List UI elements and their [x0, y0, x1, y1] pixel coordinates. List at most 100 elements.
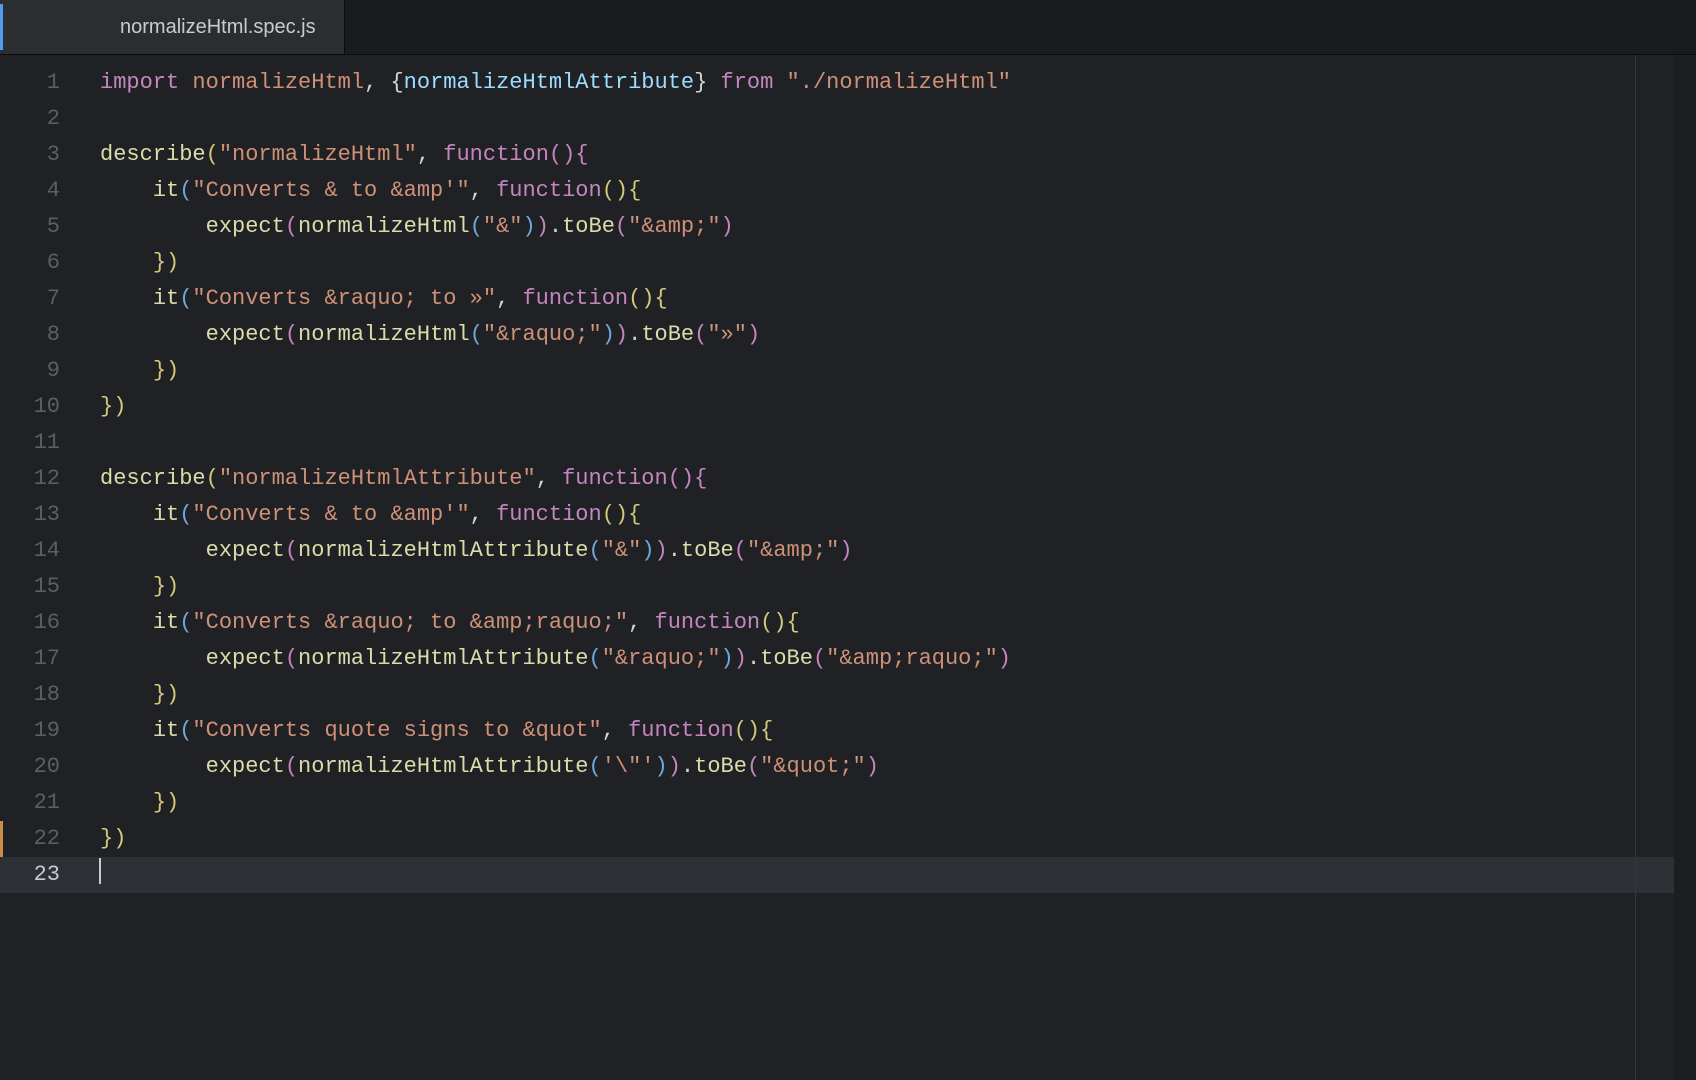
- token-string: "&raquo;": [483, 322, 602, 347]
- code-line[interactable]: 17 expect(normalizeHtmlAttribute("&raquo…: [0, 641, 1696, 677]
- code-content[interactable]: expect(normalizeHtml("&")).toBe("&amp;"): [80, 209, 1696, 245]
- code-content[interactable]: }): [80, 353, 1696, 389]
- token-func: it: [153, 718, 179, 743]
- code-content[interactable]: }): [80, 677, 1696, 713]
- code-line[interactable]: 11: [0, 425, 1696, 461]
- code-content[interactable]: import normalizeHtml, {normalizeHtmlAttr…: [80, 65, 1696, 101]
- token-brace: {: [628, 502, 641, 527]
- token-paren: ): [668, 754, 681, 779]
- code-content[interactable]: }): [80, 569, 1696, 605]
- code-content[interactable]: }): [80, 821, 1696, 857]
- token-plain: }: [694, 70, 720, 95]
- editor-lines[interactable]: 1 import normalizeHtml, {normalizeHtmlAt…: [0, 55, 1696, 893]
- code-line[interactable]: 8 expect(normalizeHtml("&raquo;")).toBe(…: [0, 317, 1696, 353]
- vertical-scrollbar[interactable]: [1674, 55, 1696, 1080]
- code-content[interactable]: expect(normalizeHtmlAttribute("&raquo;")…: [80, 641, 1696, 677]
- tab-bar: normalizeHtml.spec.js: [0, 0, 1696, 55]
- code-content[interactable]: [80, 101, 1696, 137]
- token-paren: (: [285, 754, 298, 779]
- code-content[interactable]: expect(normalizeHtmlAttribute('\"')).toB…: [80, 749, 1696, 785]
- code-content[interactable]: [80, 857, 1696, 893]
- token-paren: ): [866, 754, 879, 779]
- token-string: "&amp;": [628, 214, 720, 239]
- token-func: normalizeHtmlAttribute: [298, 754, 588, 779]
- code-line[interactable]: 13 it("Converts & to &amp'", function(){: [0, 497, 1696, 533]
- line-number: 10: [0, 389, 80, 425]
- token-string: "Converts &raquo; to &amp;raquo;": [192, 610, 628, 635]
- token-func: it: [153, 178, 179, 203]
- code-line[interactable]: 2: [0, 101, 1696, 137]
- token-func: toBe: [681, 538, 734, 563]
- editor-scroll-area[interactable]: 1 import normalizeHtml, {normalizeHtmlAt…: [0, 55, 1696, 1080]
- text-cursor: [99, 858, 101, 884]
- token-paren: (): [602, 178, 628, 203]
- token-paren: ): [998, 646, 1011, 671]
- token-plain: ,: [496, 286, 522, 311]
- code-line[interactable]: 15 }): [0, 569, 1696, 605]
- code-line[interactable]: 12 describe("normalizeHtmlAttribute", fu…: [0, 461, 1696, 497]
- code-content[interactable]: expect(normalizeHtml("&raquo;")).toBe("»…: [80, 317, 1696, 353]
- code-line[interactable]: 4 it("Converts & to &amp'", function(){: [0, 173, 1696, 209]
- token-paren: ): [721, 646, 734, 671]
- token-string: "&quot;": [760, 754, 866, 779]
- code-content[interactable]: describe("normalizeHtmlAttribute", funct…: [80, 461, 1696, 497]
- line-number: 1: [0, 65, 80, 101]
- code-line[interactable]: 3 describe("normalizeHtml", function(){: [0, 137, 1696, 173]
- token-paren: ): [721, 214, 734, 239]
- code-line[interactable]: 7 it("Converts &raquo; to »", function()…: [0, 281, 1696, 317]
- code-content[interactable]: expect(normalizeHtmlAttribute("&")).toBe…: [80, 533, 1696, 569]
- code-content[interactable]: }): [80, 785, 1696, 821]
- code-content[interactable]: it("Converts & to &amp'", function(){: [80, 497, 1696, 533]
- code-line[interactable]: 1 import normalizeHtml, {normalizeHtmlAt…: [0, 65, 1696, 101]
- token-brace: }): [153, 682, 179, 707]
- code-content[interactable]: it("Converts quote signs to &quot", func…: [80, 713, 1696, 749]
- code-line[interactable]: 6 }): [0, 245, 1696, 281]
- token-paren: (: [734, 538, 747, 563]
- token-brace: }): [153, 250, 179, 275]
- line-number: 14: [0, 533, 80, 569]
- token-paren: (: [813, 646, 826, 671]
- code-line[interactable]: 20 expect(normalizeHtmlAttribute('\"')).…: [0, 749, 1696, 785]
- token-plain: .: [628, 322, 641, 347]
- token-plain: ,: [417, 142, 443, 167]
- code-line[interactable]: 14 expect(normalizeHtmlAttribute("&")).t…: [0, 533, 1696, 569]
- token-paren: ): [734, 646, 747, 671]
- token-func: describe: [100, 466, 206, 491]
- token-plain: .: [668, 538, 681, 563]
- line-number: 2: [0, 101, 80, 137]
- tab-active[interactable]: normalizeHtml.spec.js: [0, 0, 345, 54]
- code-line[interactable]: 22 }): [0, 821, 1696, 857]
- code-content[interactable]: describe("normalizeHtml", function(){: [80, 137, 1696, 173]
- code-content[interactable]: }): [80, 389, 1696, 425]
- token-keyword: function: [655, 610, 761, 635]
- token-paren: (: [615, 214, 628, 239]
- token-paren: (: [589, 538, 602, 563]
- token-brace: {: [655, 286, 668, 311]
- token-paren: ): [839, 538, 852, 563]
- token-plain: .: [747, 646, 760, 671]
- token-func: expect: [206, 538, 285, 563]
- token-plain: ,: [602, 718, 628, 743]
- code-line[interactable]: 9 }): [0, 353, 1696, 389]
- code-content[interactable]: it("Converts &raquo; to »", function(){: [80, 281, 1696, 317]
- code-line[interactable]: 10 }): [0, 389, 1696, 425]
- token-string: "&amp;": [747, 538, 839, 563]
- code-line[interactable]: 16 it("Converts &raquo; to &amp;raquo;",…: [0, 605, 1696, 641]
- token-identifier: normalizeHtml: [192, 70, 364, 95]
- code-line-active[interactable]: 23: [0, 857, 1696, 893]
- code-line[interactable]: 5 expect(normalizeHtml("&")).toBe("&amp;…: [0, 209, 1696, 245]
- token-paren: (: [285, 646, 298, 671]
- token-paren: (: [694, 322, 707, 347]
- code-content[interactable]: [80, 425, 1696, 461]
- token-brace: }): [100, 394, 126, 419]
- code-line[interactable]: 18 }): [0, 677, 1696, 713]
- line-number: 8: [0, 317, 80, 353]
- token-identifier: normalizeHtmlAttribute: [404, 70, 694, 95]
- code-content[interactable]: it("Converts & to &amp'", function(){: [80, 173, 1696, 209]
- code-content[interactable]: }): [80, 245, 1696, 281]
- code-line[interactable]: 19 it("Converts quote signs to &quot", f…: [0, 713, 1696, 749]
- token-keyword: function: [496, 178, 602, 203]
- code-content[interactable]: it("Converts &raquo; to &amp;raquo;", fu…: [80, 605, 1696, 641]
- line-number: 7: [0, 281, 80, 317]
- code-line[interactable]: 21 }): [0, 785, 1696, 821]
